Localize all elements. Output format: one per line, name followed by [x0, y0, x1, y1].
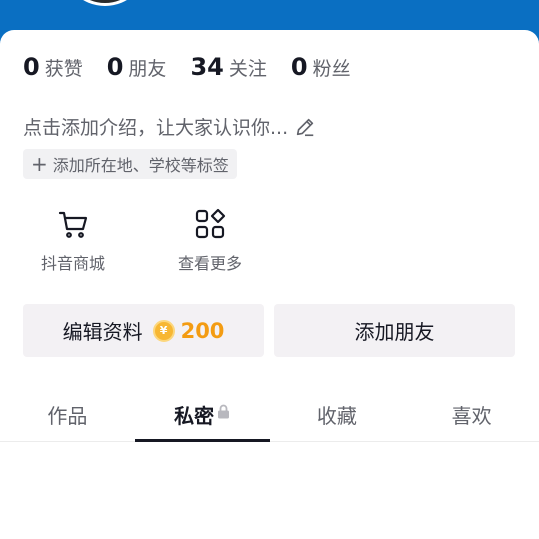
cart-icon	[58, 211, 88, 238]
stat-followers[interactable]: 0 粉丝	[291, 53, 351, 81]
tab-works-label: 作品	[47, 404, 88, 428]
shortcut-see-more[interactable]: 查看更多	[160, 208, 260, 274]
edit-pencil-icon	[296, 118, 314, 136]
stat-following-value: 34	[190, 53, 224, 81]
stat-following-label: 关注	[228, 58, 267, 80]
edit-profile-button[interactable]: 编辑资料 ¥ 200	[23, 304, 264, 357]
tab-favorites[interactable]: 收藏	[270, 386, 405, 441]
tab-favorites-label: 收藏	[316, 404, 357, 428]
stat-likes-label: 获赞	[44, 58, 83, 80]
plus-icon: +	[31, 152, 48, 176]
stat-friends-value: 0	[106, 53, 124, 81]
shortcut-douyin-mall-label: 抖音商城	[40, 254, 105, 273]
bio-text: 点击添加介绍，让大家认识你...	[23, 117, 289, 139]
lock-icon	[218, 404, 230, 419]
shortcut-see-more-label: 查看更多	[177, 254, 242, 273]
shortcut-douyin-mall[interactable]: 抖音商城	[23, 208, 123, 274]
bio-prompt[interactable]: 点击添加介绍，让大家认识你...	[23, 113, 316, 140]
stat-likes-value: 0	[23, 53, 40, 81]
add-friends-label: 添加朋友	[354, 320, 435, 344]
tab-likes-label: 喜欢	[451, 404, 492, 428]
stat-friends-label: 朋友	[128, 58, 167, 80]
stat-followers-label: 粉丝	[312, 58, 351, 80]
edit-profile-label: 编辑资料	[62, 320, 143, 344]
coin-count: 200	[180, 318, 225, 343]
add-friends-button[interactable]: 添加朋友	[274, 304, 515, 357]
tab-private-label: 私密	[174, 404, 215, 428]
profile-stats: 0 获赞 0 朋友 34 关注 0 粉丝	[23, 53, 375, 81]
stat-following[interactable]: 34 关注	[190, 53, 266, 81]
stat-followers-value: 0	[290, 53, 308, 81]
tab-likes[interactable]: 喜欢	[404, 386, 539, 441]
add-tags-button[interactable]: + 添加所在地、学校等标签	[23, 149, 237, 179]
tab-private[interactable]: 私密	[134, 386, 270, 442]
profile-tabs: 作品 私密 收藏 喜欢	[0, 386, 539, 442]
tab-works[interactable]: 作品	[0, 386, 135, 441]
coin-icon: ¥	[152, 319, 175, 342]
profile-card	[0, 30, 539, 539]
stat-friends[interactable]: 0 朋友	[107, 53, 167, 81]
add-tags-label: 添加所在地、学校等标签	[52, 156, 229, 175]
stat-likes[interactable]: 0 获赞	[23, 53, 83, 81]
apps-grid-icon	[195, 208, 226, 239]
